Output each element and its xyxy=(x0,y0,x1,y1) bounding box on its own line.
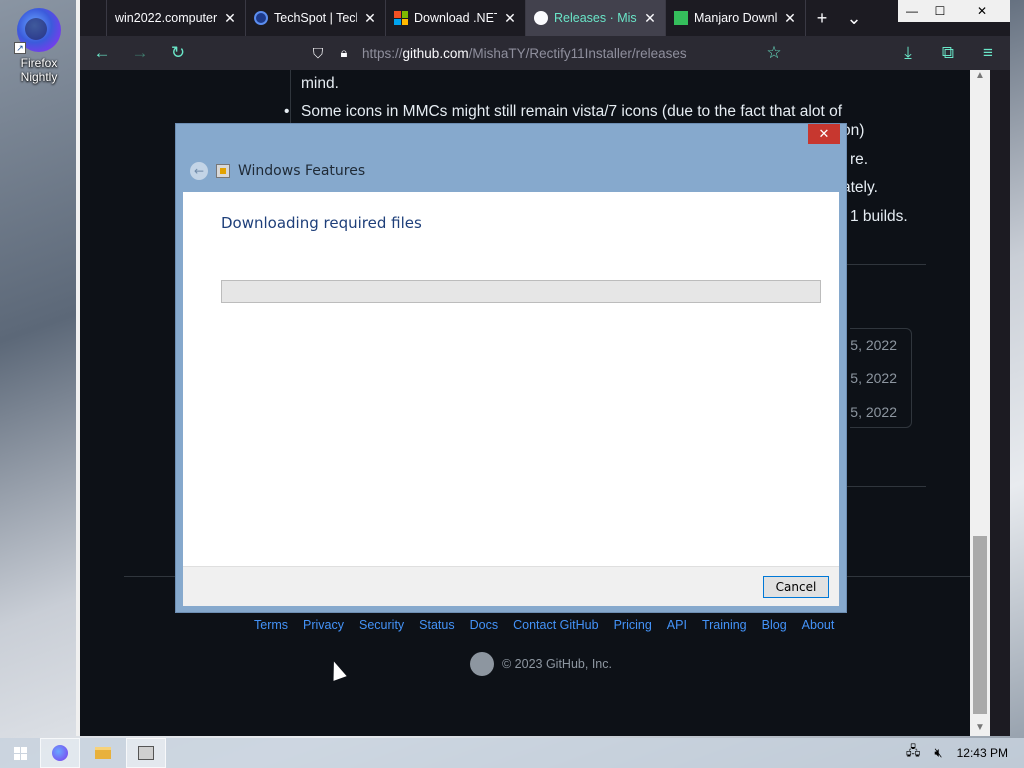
microsoft-icon xyxy=(394,11,408,25)
tab-win2022[interactable]: win2022.computerm ✕ xyxy=(106,0,246,36)
url-text: https://github.com/MishaTY/Rectify11Inst… xyxy=(362,45,687,61)
tab-title: Download .NET xyxy=(414,11,497,25)
close-tab-icon[interactable]: ✕ xyxy=(223,10,237,27)
asset-date: 5, 2022 xyxy=(850,370,897,386)
close-tab-icon[interactable]: ✕ xyxy=(363,10,377,27)
close-tab-icon[interactable]: ✕ xyxy=(643,10,657,27)
extensions-icon[interactable]: ⧉ xyxy=(936,41,960,65)
release-assets-box: 5, 2022 5, 2022 5, 2022 xyxy=(850,328,912,428)
copyright-text: © 2023 GitHub, Inc. xyxy=(502,657,612,671)
new-tab-icon[interactable]: + xyxy=(806,0,838,36)
tab-title: win2022.computerm xyxy=(115,11,217,25)
desktop-icon-firefox-nightly[interactable]: ↗ Firefox Nightly xyxy=(8,8,70,84)
scroll-up-icon[interactable]: ▲ xyxy=(970,70,990,84)
close-tab-icon[interactable]: ✕ xyxy=(503,10,517,27)
dialog-body: Downloading required files xyxy=(183,192,839,566)
system-tray: 🖧︎ 🔇︎ 12:43 PM xyxy=(906,738,1008,768)
dialog-header: ← Windows Features xyxy=(190,162,365,180)
release-card-bottom xyxy=(842,486,926,487)
scroll-down-icon[interactable]: ▼ xyxy=(970,722,990,736)
asset-date: 5, 2022 xyxy=(850,337,897,353)
dialog-heading: Downloading required files xyxy=(221,214,422,232)
bookmark-star-icon[interactable]: ☆ xyxy=(762,41,786,65)
tab-title: TechSpot | Tech xyxy=(274,11,357,25)
note-fragment: 1 builds. xyxy=(850,208,908,225)
maximize-icon[interactable]: ☐ xyxy=(926,0,954,22)
footer-links: Terms Privacy Security Status Docs Conta… xyxy=(254,618,834,632)
tab-manjaro[interactable]: Manjaro Downlo ✕ xyxy=(666,0,806,36)
back-arrow-icon[interactable]: ← xyxy=(190,162,208,180)
note-fragment: ately. xyxy=(842,179,878,196)
dialog-title: Windows Features xyxy=(238,163,366,179)
window-controls: — ☐ ✕ xyxy=(898,0,1010,22)
address-bar[interactable]: ⛉ 🔒︎ https://github.com/MishaTY/Rectify1… xyxy=(310,41,780,65)
footer-copyright: © 2023 GitHub, Inc. xyxy=(470,652,612,676)
reload-icon[interactable]: ↻ xyxy=(166,41,190,65)
download-progress-bar xyxy=(221,280,821,303)
tab-title: Releases · Misha xyxy=(554,11,637,25)
tab-releases[interactable]: Releases · Misha ✕ xyxy=(526,0,666,36)
downloads-icon[interactable]: ⤓ xyxy=(896,41,920,65)
footer-link-status[interactable]: Status xyxy=(419,618,454,632)
forward-arrow-icon[interactable]: → xyxy=(128,41,152,65)
note-line: mind. xyxy=(301,75,339,92)
dialog-close-button[interactable]: ✕ xyxy=(808,124,840,144)
windows-features-icon xyxy=(216,164,230,178)
taskbar-firefox[interactable] xyxy=(40,738,80,768)
footer-link-privacy[interactable]: Privacy xyxy=(303,618,344,632)
start-button[interactable] xyxy=(0,738,40,768)
navigation-toolbar: ← → ↻ ⛉ 🔒︎ https://github.com/MishaTY/Re… xyxy=(80,36,1010,70)
note-bullet: Some icons in MMCs might still remain vi… xyxy=(284,98,924,126)
desktop-icon-label: Firefox Nightly xyxy=(20,56,58,84)
windows-features-icon xyxy=(138,746,154,760)
taskbar-file-explorer[interactable] xyxy=(83,738,123,768)
dialog-footer: Cancel xyxy=(183,566,839,606)
cancel-button[interactable]: Cancel xyxy=(763,576,829,598)
back-arrow-icon[interactable]: ← xyxy=(90,41,114,65)
footer-link-about[interactable]: About xyxy=(802,618,835,632)
clock[interactable]: 12:43 PM xyxy=(957,746,1008,760)
github-icon xyxy=(534,11,548,25)
firefox-icon xyxy=(52,745,68,761)
minimize-icon[interactable]: — xyxy=(898,0,926,22)
list-tabs-icon[interactable]: ⌄ xyxy=(838,0,870,36)
github-logo-icon[interactable] xyxy=(470,652,494,676)
network-icon[interactable]: 🖧︎ xyxy=(906,742,921,764)
release-notes: mind. Some icons in MMCs might still rem… xyxy=(284,70,924,126)
footer-link-docs[interactable]: Docs xyxy=(470,618,498,632)
footer-link-pricing[interactable]: Pricing xyxy=(614,618,652,632)
tab-download-net[interactable]: Download .NET ✕ xyxy=(386,0,526,36)
page-scrollbar[interactable]: ▲ ▼ xyxy=(970,70,990,736)
manjaro-icon xyxy=(674,11,688,25)
shortcut-arrow-icon: ↗ xyxy=(14,42,26,54)
windows-features-dialog: ✕ ← Windows Features Downloading require… xyxy=(175,123,847,613)
asset-date: 5, 2022 xyxy=(850,404,897,420)
volume-muted-icon[interactable]: 🔇︎ xyxy=(934,745,942,761)
folder-icon xyxy=(95,747,111,759)
close-window-icon[interactable]: ✕ xyxy=(954,0,1010,22)
windows-logo-icon xyxy=(13,746,27,760)
taskbar: 🖧︎ 🔇︎ 12:43 PM xyxy=(0,738,1024,768)
techspot-icon xyxy=(254,11,268,25)
menu-icon[interactable]: ≡ xyxy=(976,41,1000,65)
shield-icon[interactable]: ⛉ xyxy=(310,41,326,65)
lock-icon[interactable]: 🔒︎ xyxy=(336,41,352,65)
tab-title: Manjaro Downlo xyxy=(694,11,777,25)
scrollbar-thumb[interactable] xyxy=(973,536,987,714)
footer-link-blog[interactable]: Blog xyxy=(762,618,787,632)
tab-techspot[interactable]: TechSpot | Tech ✕ xyxy=(246,0,386,36)
footer-link-contact[interactable]: Contact GitHub xyxy=(513,618,598,632)
close-tab-icon[interactable]: ✕ xyxy=(783,10,797,27)
footer-link-terms[interactable]: Terms xyxy=(254,618,288,632)
note-fragment: re. xyxy=(850,151,869,168)
tab-bar: win2022.computerm ✕ TechSpot | Tech ✕ Do… xyxy=(80,0,1010,36)
footer-link-api[interactable]: API xyxy=(667,618,687,632)
taskbar-windows-features[interactable] xyxy=(126,738,166,768)
footer-link-training[interactable]: Training xyxy=(702,618,747,632)
footer-link-security[interactable]: Security xyxy=(359,618,404,632)
section-divider xyxy=(846,264,926,265)
